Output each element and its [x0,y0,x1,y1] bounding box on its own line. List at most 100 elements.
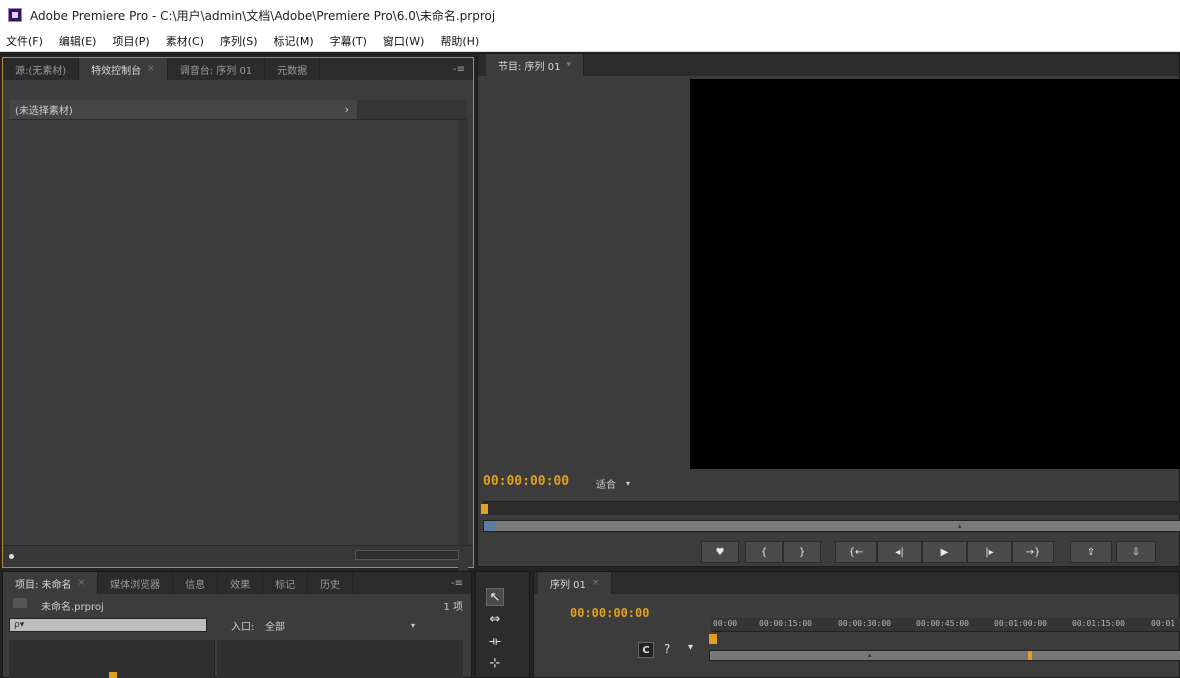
timeline-timecode[interactable]: 00:00:00:00 [570,606,649,620]
tab-info-label: 信息 [185,579,206,591]
effect-clip-header: (未选择素材) › [9,100,357,120]
project-search-input[interactable]: ρ▾ [9,618,207,632]
effects-footer [3,545,473,567]
go-to-in-button[interactable]: {← [835,541,877,563]
go-to-out-button[interactable]: →} [1012,541,1054,563]
panel-menu-icon[interactable]: -≡ [443,572,471,594]
zoom-handle-left[interactable] [484,521,496,531]
timeline-work-area-bar[interactable]: ▴ [709,650,1180,661]
close-tab-icon[interactable]: × [78,578,86,588]
effects-tabbar: 源:(无素材) 特效控制台 × 调音台: 序列 01 元数据 -≡ [3,58,473,80]
tab-markers[interactable]: 标记 [263,572,309,594]
tab-history[interactable]: 历史 [308,572,354,594]
menu-clip[interactable]: 素材(C) [166,33,204,49]
zoom-center-icon: ▴ [958,522,962,530]
step-back-button[interactable]: ◂| [877,541,922,563]
playhead-dot-icon [9,554,14,559]
project-tabbar: 项目: 未命名 × 媒体浏览器 信息 效果 标记 历史 -≡ [3,572,471,594]
close-tab-icon[interactable]: × [592,578,600,588]
rolling-edit-tool-icon[interactable]: ⊹ [486,654,504,672]
work-area-center-icon: ▴ [868,651,872,659]
menu-help[interactable]: 帮助(H) [440,33,479,49]
inpoint-caret-icon: ▾ [410,620,415,630]
linked-selection-icon[interactable]: ? [664,642,670,656]
tab-source-label: 源:(无素材) [15,65,67,77]
effects-scrollbar[interactable] [458,120,468,590]
project-item-list[interactable] [217,640,463,678]
timeline-playhead[interactable] [709,634,717,644]
step-forward-button[interactable]: |▸ [967,541,1012,563]
tab-dropdown-icon[interactable]: ▾ [566,60,571,70]
extract-button[interactable]: ⇩ [1116,541,1156,563]
program-zoom-bar[interactable]: ▴ [483,520,1180,532]
tab-media-browser-label: 媒体浏览器 [110,579,161,591]
tab-effects[interactable]: 效果 [218,572,264,594]
ruler-tick: 00:01:15:00 [1072,619,1125,628]
project-panel: 项目: 未命名 × 媒体浏览器 信息 效果 标记 历史 -≡ 未命名.prproj… [2,571,472,678]
zoom-slider[interactable] [355,550,459,560]
tab-effect-controls[interactable]: 特效控制台 × [79,58,168,80]
tools-panel: ↖ ⇔ ⟛ ⊹ [475,571,530,678]
project-thumbnail[interactable] [9,640,215,678]
track-select-tool-icon[interactable]: ⇔ [486,610,504,628]
program-playhead[interactable] [481,504,488,514]
tab-history-label: 历史 [320,579,341,591]
tab-effects-label: 效果 [230,579,251,591]
snap-icon[interactable]: C [638,642,654,658]
mark-out-button[interactable]: } [783,541,821,563]
menu-title[interactable]: 字幕(T) [330,33,367,49]
tab-project[interactable]: 项目: 未命名 × [3,572,99,594]
search-icon: ρ▾ [14,620,25,630]
tab-metadata-label: 元数据 [277,65,308,77]
tab-metadata[interactable]: 元数据 [265,58,321,80]
fit-value: 适合 [596,479,616,491]
tab-markers-label: 标记 [275,579,296,591]
timeline-ruler[interactable]: 00:00 00:00:15:00 00:00:30:00 00:00:45:0… [711,618,1180,632]
marker-button[interactable]: ♥ [701,541,739,563]
ruler-tick: 00:00 [713,619,738,628]
effect-timeline-header [357,100,467,120]
project-file-icon [13,598,27,608]
tab-media-browser[interactable]: 媒体浏览器 [98,572,174,594]
close-tab-icon[interactable]: × [147,64,155,74]
ruler-tick: 00:00:45:00 [916,619,969,628]
expand-arrow-icon[interactable]: › [345,103,349,116]
menu-file[interactable]: 文件(F) [6,33,43,49]
ripple-edit-tool-icon[interactable]: ⟛ [486,632,504,650]
project-item-count: 1 项 [443,602,463,613]
program-video-display [690,79,1180,469]
fit-caret-icon: ▾ [626,478,631,488]
menu-marker[interactable]: 标记(M) [274,33,314,49]
title-bar: Adobe Premiere Pro - C:\用户\admin\文档\Adob… [0,0,1180,30]
program-time-ruler[interactable] [483,501,1180,515]
program-monitor-panel: 节目: 序列 01 ▾ 00:00:00:00 适合 ▾ ▴ ♥ { } {← … [477,53,1180,567]
inpoint-dropdown[interactable]: 全部 ▾ [261,618,419,633]
tab-audio-mixer-label: 调音台: 序列 01 [179,65,253,77]
effect-controls-panel: 源:(无素材) 特效控制台 × 调音台: 序列 01 元数据 -≡ (未选择素材)… [2,57,474,590]
ruler-tick: 00:00:15:00 [759,619,812,628]
ruler-tick: 00:00:30:00 [838,619,891,628]
tab-info[interactable]: 信息 [173,572,219,594]
menu-sequence[interactable]: 序列(S) [220,33,258,49]
tab-project-label: 项目: 未命名 [15,579,72,591]
menu-project[interactable]: 项目(P) [112,33,149,49]
tab-audio-mixer[interactable]: 调音台: 序列 01 [168,58,266,80]
tab-program[interactable]: 节目: 序列 01 ▾ [486,54,584,76]
premiere-logo-icon [8,8,22,22]
lift-button[interactable]: ⇪ [1070,541,1112,563]
inpoint-label: 入口: [231,622,255,633]
tab-sequence[interactable]: 序列 01 × [538,572,613,594]
menu-edit[interactable]: 编辑(E) [59,33,97,49]
mark-in-button[interactable]: { [745,541,783,563]
timeline-panel: 序列 01 × 00:00:00:00 00:00 00:00:15:00 00… [533,571,1180,678]
program-timecode[interactable]: 00:00:00:00 [483,474,569,489]
fit-dropdown[interactable]: 适合 ▾ [590,475,654,491]
selection-tool-icon[interactable]: ↖ [486,588,504,606]
panel-menu-icon[interactable]: -≡ [445,58,473,80]
tab-source[interactable]: 源:(无素材) [3,58,80,80]
menu-window[interactable]: 窗口(W) [383,33,424,49]
add-marker-icon[interactable]: ▾ [688,642,693,653]
ruler-tick: 00:01 [1151,619,1176,628]
play-button[interactable]: ▶ [922,541,967,563]
work-area-end-marker[interactable] [1028,651,1032,660]
